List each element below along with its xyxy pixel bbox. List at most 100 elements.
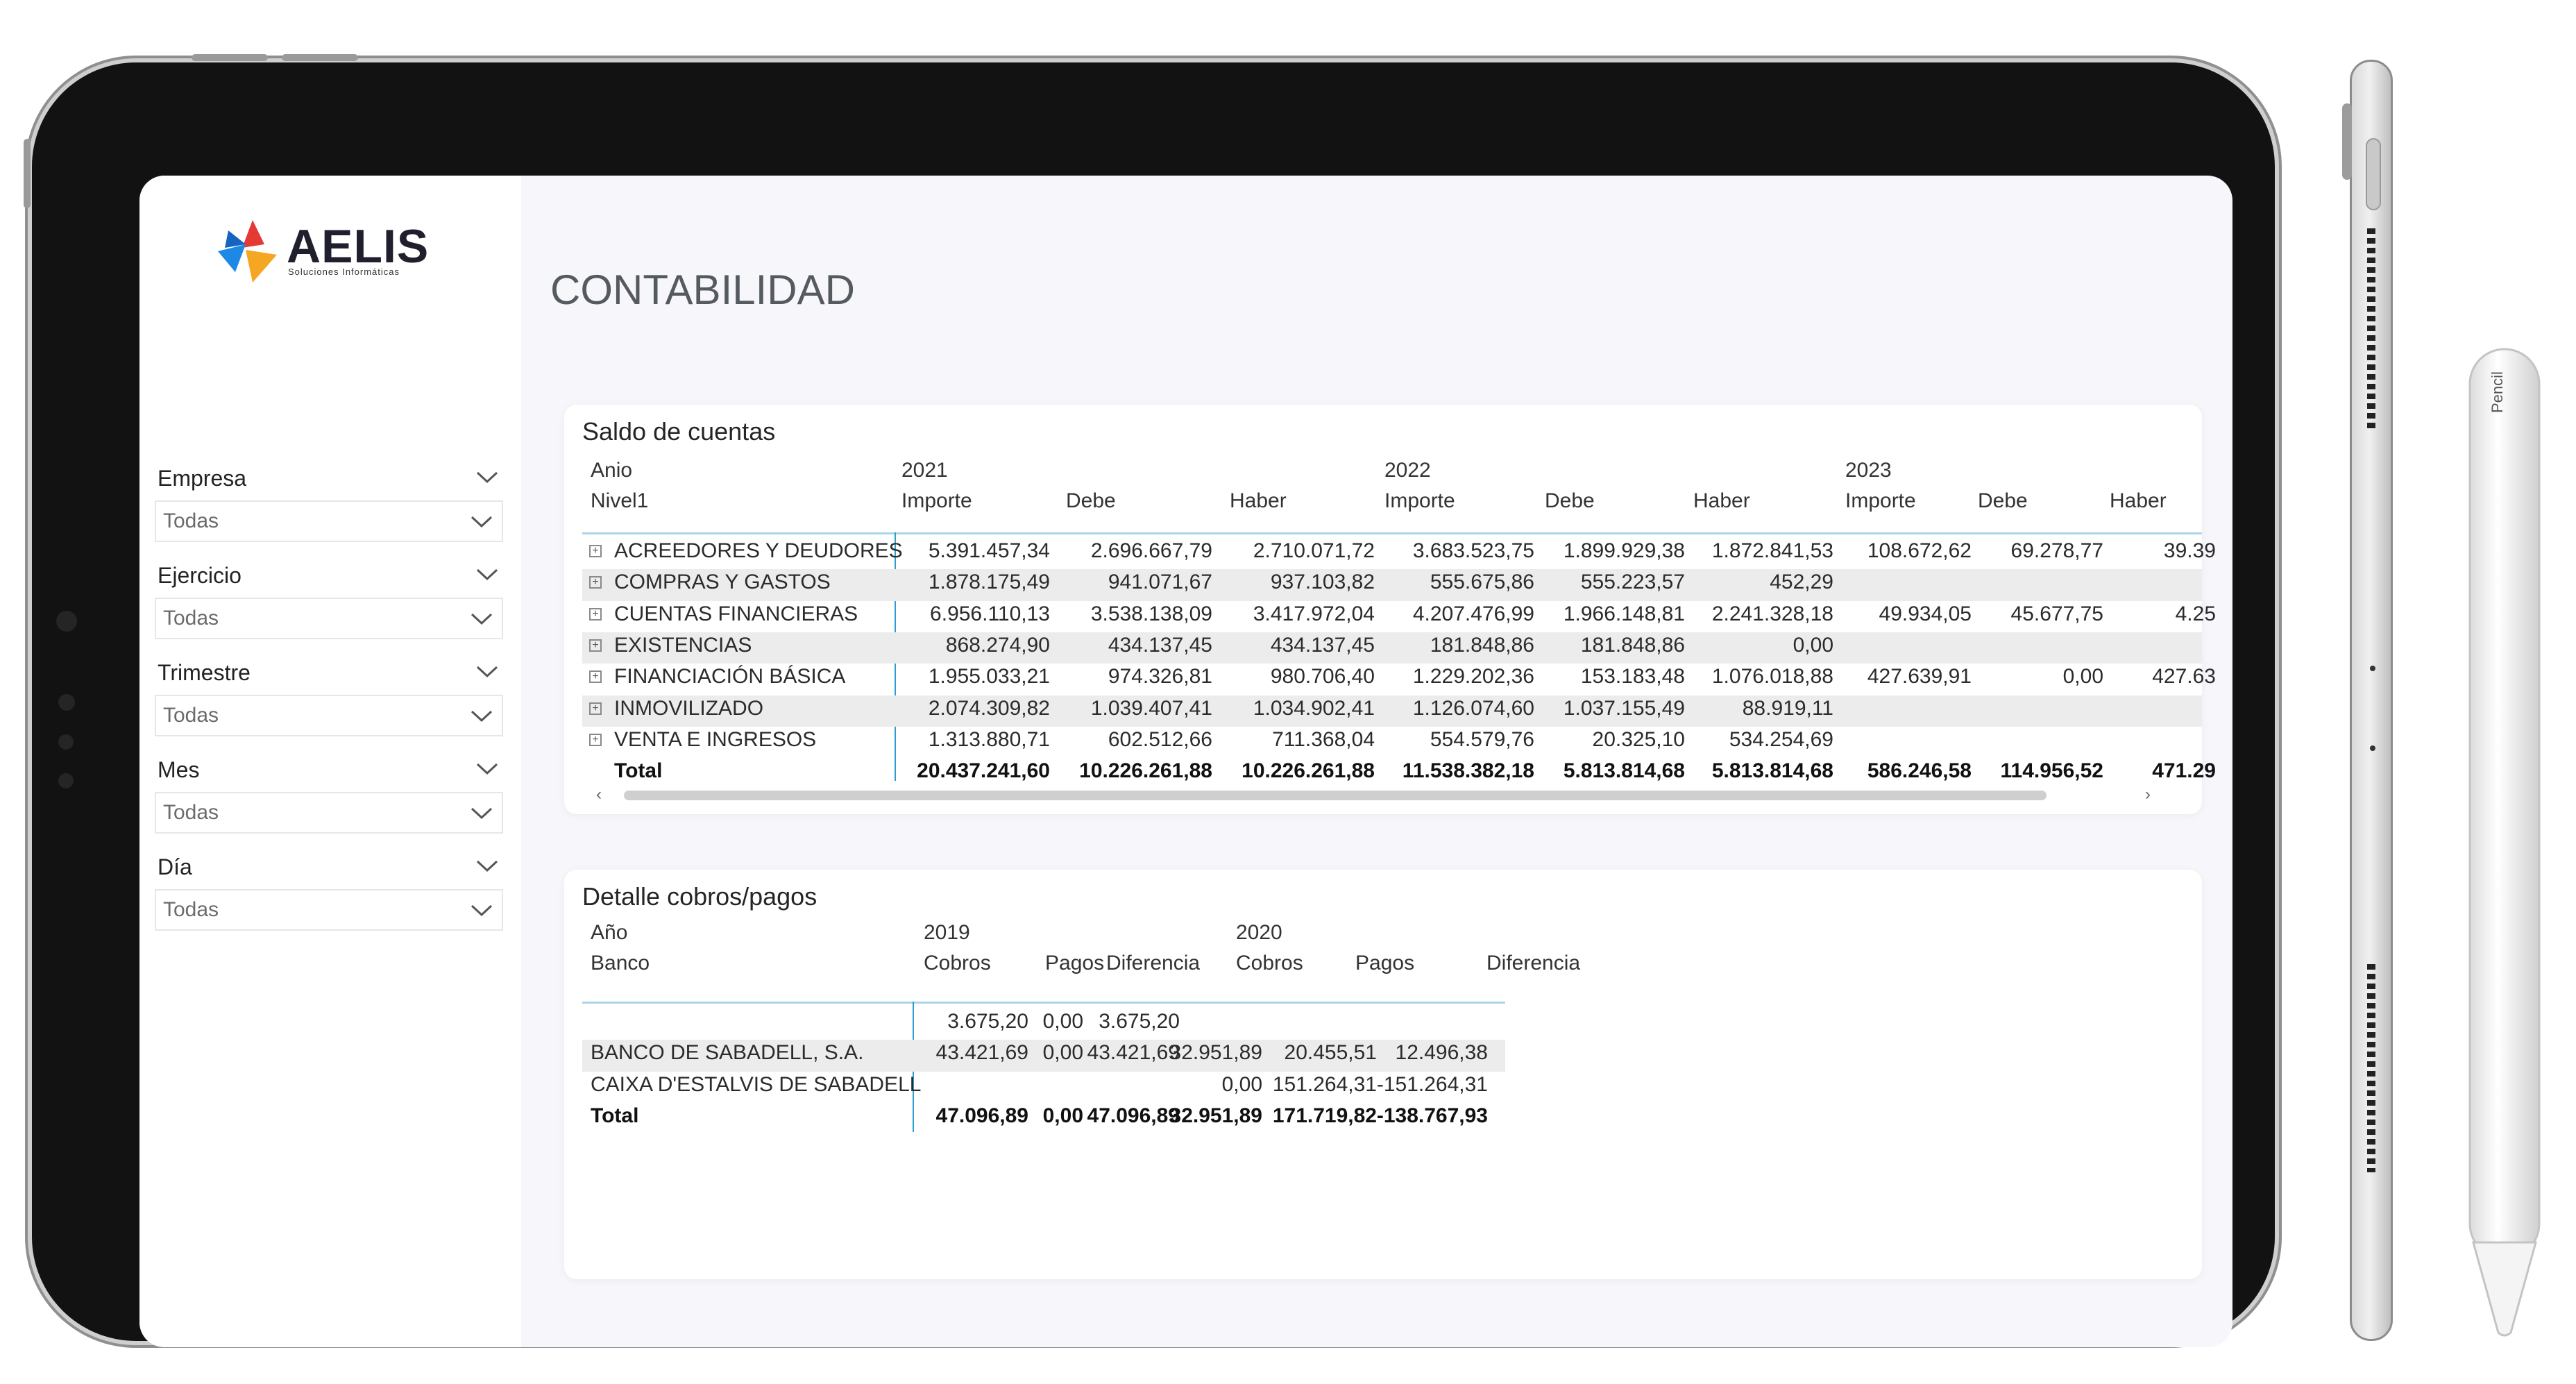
saldo-cell: 555.675,86 bbox=[1430, 571, 1534, 594]
saldo-cell: 1.966.148,81 bbox=[1563, 602, 1685, 625]
saldo-cell: 3.538.138,09 bbox=[1090, 602, 1212, 625]
slicer-0-header[interactable]: Empresa bbox=[158, 460, 502, 496]
saldo-cell: 181.848,86 bbox=[1580, 633, 1685, 657]
detalle-cell: 12.496,38 bbox=[1395, 1041, 1488, 1065]
slicer-1-dropdown[interactable]: Todas bbox=[155, 598, 503, 639]
pencil-icon bbox=[2468, 348, 2541, 1337]
pencil-brand-label: Pencil bbox=[2489, 371, 2506, 413]
side-dot-1 bbox=[2370, 666, 2375, 671]
saldo-total-cell: 471.29 bbox=[2152, 759, 2216, 783]
detalle-cell: 3.675,20 bbox=[1099, 1010, 1180, 1033]
chevron-down-icon bbox=[471, 807, 493, 820]
detalle-cell: 0,00 bbox=[1042, 1010, 1083, 1033]
saldo-cell: 555.223,57 bbox=[1580, 571, 1685, 594]
saldo-total-cell: 10.226.261,88 bbox=[1242, 759, 1375, 783]
expand-icon[interactable]: + bbox=[589, 702, 602, 715]
saldo-cell: 974.326,81 bbox=[1108, 665, 1212, 689]
logo-name: AELIS bbox=[287, 220, 430, 273]
camera-dot-3 bbox=[58, 734, 74, 750]
detalle-total-cell: -138.767,93 bbox=[1376, 1104, 1488, 1127]
saldo-row-band bbox=[582, 695, 2202, 727]
slicer-1-header[interactable]: Ejercicio bbox=[158, 557, 502, 593]
saldo-cell: 2.074.309,82 bbox=[928, 696, 1050, 720]
saldo-row-label: INMOVILIZADO bbox=[614, 696, 764, 720]
slicer-2-header[interactable]: Trimestre bbox=[158, 655, 502, 691]
detalle-row-header-top: Año bbox=[591, 921, 628, 944]
scroll-left-arrow[interactable]: ‹ bbox=[596, 785, 602, 804]
saldo-cell: 427.639,91 bbox=[1867, 665, 1972, 689]
saldo-cell: 108.672,62 bbox=[1867, 539, 1972, 562]
saldo-cell: 20.325,10 bbox=[1592, 727, 1685, 751]
saldo-cell: 1.126.074,60 bbox=[1412, 696, 1534, 720]
expand-icon[interactable]: + bbox=[589, 639, 602, 652]
slicer-3-header[interactable]: Mes bbox=[158, 752, 502, 788]
saldo-cell: 2.241.328,18 bbox=[1711, 602, 1833, 625]
saldo-cell: 2.696.667,79 bbox=[1090, 539, 1212, 562]
saldo-total-cell: 114.956,52 bbox=[2000, 759, 2104, 783]
saldo-total-cell: 5.813.814,68 bbox=[1563, 759, 1685, 783]
saldo-cell: 1.076.018,88 bbox=[1711, 665, 1833, 689]
camera-dot-2 bbox=[58, 694, 75, 711]
saldo-cell: 1.878.175,49 bbox=[928, 571, 1050, 594]
expand-icon[interactable]: + bbox=[589, 576, 602, 589]
saldo-total-cell: 10.226.261,88 bbox=[1079, 759, 1212, 783]
saldo-row-label: FINANCIACIÓN BÁSICA bbox=[614, 665, 846, 689]
saldo-cell: 452,29 bbox=[1770, 571, 1833, 594]
saldo-row-header-top: Anio bbox=[591, 459, 633, 482]
saldo-cuentas-title: Saldo de cuentas bbox=[582, 417, 776, 446]
saldo-cell: 1.955.033,21 bbox=[928, 665, 1050, 689]
saldo-cell: 6.956.110,13 bbox=[930, 602, 1050, 625]
saldo-cell: 69.278,77 bbox=[2010, 539, 2103, 562]
chevron-down-icon bbox=[471, 516, 493, 528]
saldo-cell: 39.39 bbox=[2163, 539, 2216, 562]
detalle-cell: 0,00 bbox=[1221, 1072, 1262, 1096]
expand-icon[interactable]: + bbox=[589, 545, 602, 557]
slicer-2-dropdown[interactable]: Todas bbox=[155, 695, 503, 736]
slicer-1-label: Ejercicio bbox=[158, 562, 242, 588]
saldo-measure-header: Importe bbox=[901, 489, 972, 512]
chevron-down-icon bbox=[476, 568, 498, 581]
saldo-row-label: EXISTENCIAS bbox=[614, 633, 752, 657]
scroll-right-arrow[interactable]: › bbox=[2145, 785, 2151, 804]
camera-dot-1 bbox=[56, 611, 77, 632]
slicer-4-header[interactable]: Día bbox=[158, 849, 502, 885]
horizontal-scrollbar[interactable] bbox=[624, 791, 2047, 800]
slicer-3-value: Todas bbox=[163, 801, 219, 824]
saldo-total-label: Total bbox=[614, 759, 663, 783]
report-screen: AELIS Soluciones Informáticas Empresa Tod… bbox=[139, 176, 2232, 1347]
saldo-cell: 1.229.202,36 bbox=[1412, 665, 1534, 689]
detalle-cell: 0,00 bbox=[1042, 1041, 1083, 1065]
apple-pencil: Pencil bbox=[2468, 347, 2541, 1340]
saldo-cell: 45.677,75 bbox=[2010, 602, 2103, 625]
saldo-row-label: VENTA E INGRESOS bbox=[614, 727, 817, 751]
slicer-0-value: Todas bbox=[163, 509, 219, 532]
slicer-3-dropdown[interactable]: Todas bbox=[155, 792, 503, 834]
detalle-cell: 3.675,20 bbox=[947, 1010, 1028, 1033]
saldo-measure-header: Importe bbox=[1845, 489, 1916, 512]
expand-icon[interactable]: + bbox=[589, 733, 602, 746]
detalle-total-cell: 171.719,82 bbox=[1272, 1104, 1377, 1127]
saldo-year-header: 2021 bbox=[901, 459, 948, 482]
saldo-cell: 88.919,11 bbox=[1742, 696, 1833, 720]
expand-icon[interactable]: + bbox=[589, 670, 602, 684]
chevron-down-icon bbox=[476, 860, 498, 872]
detalle-total-cell: 47.096,89 bbox=[1087, 1104, 1180, 1127]
saldo-measure-header: Debe bbox=[1066, 489, 1116, 512]
saldo-cell: 4.207.476,99 bbox=[1412, 602, 1534, 625]
saldo-cell: 554.579,76 bbox=[1430, 727, 1534, 751]
detalle-row-header-bottom: Banco bbox=[591, 952, 650, 974]
saldo-cell: 1.313.880,71 bbox=[928, 727, 1050, 751]
saldo-row-label: CUENTAS FINANCIERAS bbox=[614, 602, 858, 625]
saldo-cell: 5.391.457,34 bbox=[928, 539, 1050, 562]
saldo-cell: 980.706,40 bbox=[1270, 665, 1375, 689]
slicer-4-dropdown[interactable]: Todas bbox=[155, 889, 503, 931]
detalle-row-label: CAIXA D'ESTALVIS DE SABADELL bbox=[591, 1072, 922, 1096]
saldo-total-cell: 5.813.814,68 bbox=[1711, 759, 1833, 783]
saldo-cell: 3.683.523,75 bbox=[1412, 539, 1534, 562]
detalle-year-header: 2019 bbox=[924, 921, 970, 944]
detalle-measure-header: Cobros bbox=[1236, 952, 1303, 974]
logo-tagline: Soluciones Informáticas bbox=[288, 267, 400, 277]
saldo-cell: 3.417.972,04 bbox=[1253, 602, 1375, 625]
expand-icon[interactable]: + bbox=[589, 607, 602, 621]
slicer-0-dropdown[interactable]: Todas bbox=[155, 500, 503, 542]
